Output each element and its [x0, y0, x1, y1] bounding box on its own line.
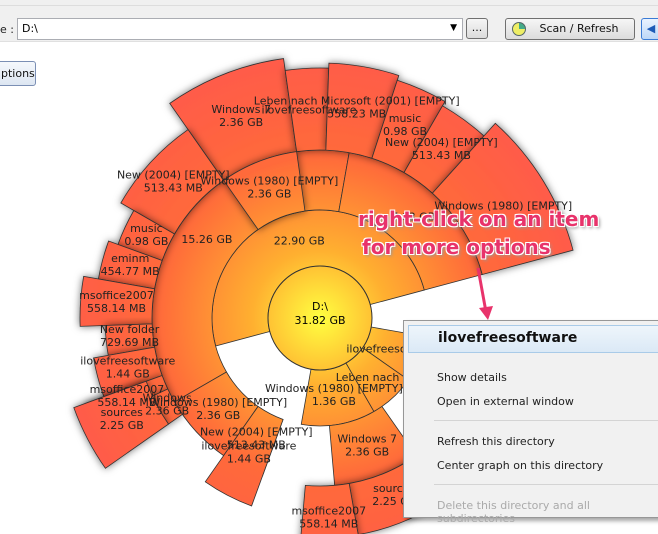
segment-size: 2.25 GB [100, 419, 144, 432]
segment-size: 513.43 MB [144, 182, 203, 195]
segment-size: 1.36 GB [312, 395, 356, 408]
segment-name: music [130, 222, 163, 235]
segment-size: 22.90 GB [274, 235, 325, 248]
segment-size: 2.36 GB [196, 409, 240, 422]
annotation-arrowhead [479, 306, 493, 320]
segment-name: eminm [111, 252, 149, 265]
menu-item-show-details[interactable]: Show details [437, 371, 507, 384]
segment-size: 2.36 GB [345, 446, 389, 459]
segment-name: New (2004) [EMPTY] [385, 136, 498, 149]
segment-name: ilovefreesoftware [80, 355, 175, 368]
segment-size: 558.14 MB [87, 302, 146, 315]
segment-size: 558.14 MB [299, 517, 358, 530]
segment-name: New folder [100, 323, 160, 336]
annotation-line-2: for more options [362, 235, 551, 259]
segment-name: Leben nach M [336, 371, 413, 384]
segment-name: msoffice2007 [79, 289, 154, 302]
menu-item-delete-directory: Delete this directory and all subdirecto… [437, 499, 590, 525]
segment-name: music [389, 112, 422, 125]
segment-name: Windows [143, 391, 192, 404]
menu-item-center-graph[interactable]: Center graph on this directory [437, 459, 603, 472]
menu-item-refresh-directory[interactable]: Refresh this directory [437, 435, 555, 448]
segment-size: 2.36 GB [145, 404, 189, 417]
menu-separator [434, 484, 658, 485]
segment-name: Windows 7 [337, 433, 397, 446]
segment-name: Leben nach Microsoft (2001) [EMPTY] [254, 95, 460, 108]
segment-name: New (2004) [EMPTY] [200, 425, 313, 438]
root-name: D:\ [312, 300, 328, 313]
annotation-line-1: right-click on an item [358, 207, 600, 231]
menu-item-open-external[interactable]: Open in external window [437, 395, 574, 408]
segment-size: 1.44 GB [227, 453, 271, 466]
segment-size: 558.23 MB [327, 108, 386, 121]
root-size: 31.82 GB [294, 314, 345, 327]
segment-size: 454.77 MB [101, 265, 160, 278]
segment-name: ilovefreesoftware [201, 440, 296, 453]
segment-size: 729.69 MB [100, 336, 159, 349]
segment-name: New (2004) [EMPTY] [117, 169, 230, 182]
segment-size: 2.36 GB [219, 116, 263, 129]
segment-size: 2.36 GB [247, 188, 291, 201]
segment-size: 0.98 GB [124, 235, 168, 248]
segment-size: 513.43 MB [412, 149, 471, 162]
menu-separator [434, 420, 658, 421]
segment-name: sources [101, 406, 144, 419]
segment-size: 15.26 GB [181, 233, 232, 246]
segment-name: msoffice2007 [291, 504, 366, 517]
context-menu-title: ilovefreesoftware [408, 325, 658, 353]
context-menu: ilovefreesoftware Show details Open in e… [403, 320, 658, 525]
segment-size: 1.44 GB [106, 368, 150, 381]
